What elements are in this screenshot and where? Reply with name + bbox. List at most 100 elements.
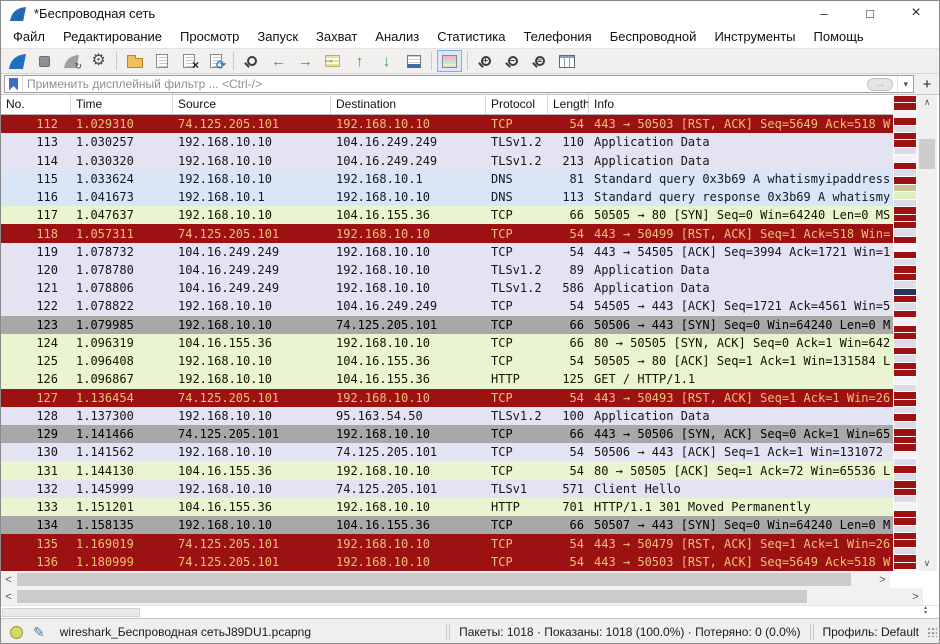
packet-row[interactable]: 1151.033624192.168.10.10192.168.10.1DNS8… [1,170,893,188]
packet-cell-protocol: DNS [486,190,548,204]
go-to-packet-icon[interactable]: → [320,50,345,72]
profile-selector[interactable]: Профиль: Default [823,625,920,639]
menu-item-edit[interactable]: Редактирование [54,27,171,46]
packet-row[interactable]: 1281.137300192.168.10.1095.163.54.50TLSv… [1,407,893,425]
filter-dropdown-button[interactable]: ▾ [897,76,913,92]
column-header-destination[interactable]: Destination [331,95,486,114]
column-header-source[interactable]: Source [173,95,331,114]
menu-item-wireless[interactable]: Беспроводной [601,27,706,46]
packet-row[interactable]: 1171.047637192.168.10.10104.16.155.36TCP… [1,206,893,224]
menu-item-analyze[interactable]: Анализ [366,27,428,46]
maximize-button[interactable]: □ [847,1,893,25]
packet-row[interactable]: 1251.096408192.168.10.10104.16.155.36TCP… [1,352,893,370]
menu-bar: ФайлРедактированиеПросмотрЗапускЗахватАн… [1,25,939,48]
menu-item-statistics[interactable]: Статистика [428,27,514,46]
minimize-button[interactable]: – [801,1,847,25]
restart-capture-icon[interactable]: ↻ [59,50,84,72]
packet-row[interactable]: 1161.041673192.168.10.1192.168.10.10DNS1… [1,188,893,206]
capture-options-icon[interactable]: ⚙ [86,50,111,72]
open-file-icon[interactable] [122,50,147,72]
packet-row[interactable]: 1321.145999192.168.10.1074.125.205.101TL… [1,480,893,498]
stop-capture-icon[interactable] [32,50,57,72]
scroll-down-icon[interactable]: ∨ [917,556,937,571]
vscroll-thumb[interactable] [919,139,935,169]
menu-item-file[interactable]: Файл [4,27,54,46]
scroll-left-icon[interactable]: < [1,571,16,588]
column-header-time[interactable]: Time [71,95,173,114]
packet-cell-info: 54505 → 443 [ACK] Seq=1721 Ack=4561 Win=… [589,299,893,313]
packet-cell-length: 54 [548,537,589,551]
filter-bookmark-button[interactable] [5,76,23,92]
packet-row[interactable]: 1221.078822192.168.10.10104.16.249.249TC… [1,297,893,315]
packet-cell-time: 1.137300 [71,409,173,423]
add-filter-button[interactable]: + [918,75,936,93]
packet-row[interactable]: 1361.18099974.125.205.101192.168.10.10TC… [1,553,893,571]
packet-row[interactable]: 1201.078780104.16.249.249192.168.10.10TL… [1,261,893,279]
hscroll-thumb[interactable] [17,573,851,586]
display-filter-input[interactable] [23,77,867,91]
find-packet-icon[interactable] [239,50,264,72]
menu-item-help[interactable]: Помощь [805,27,873,46]
column-header-protocol[interactable]: Protocol [486,95,548,114]
go-first-packet-icon[interactable]: ↑ [347,50,372,72]
close-button[interactable]: × [893,1,939,25]
lower-pane-hscrollbar[interactable]: < > [1,588,923,605]
scroll-right-icon[interactable]: > [908,588,923,605]
go-last-packet-icon[interactable]: ↓ [374,50,399,72]
scroll-up-icon[interactable]: ∧ [917,95,937,110]
menu-item-telephony[interactable]: Телефония [514,27,600,46]
mini-scroll-down-icon[interactable]: ▾ [924,611,927,616]
packet-row[interactable]: 1271.13645474.125.205.101192.168.10.10TC… [1,389,893,407]
close-file-icon[interactable]: × [176,50,201,72]
menu-item-tools[interactable]: Инструменты [705,27,804,46]
column-header-no[interactable]: No. [1,95,71,114]
save-file-icon[interactable] [149,50,174,72]
packet-row[interactable]: 1131.030257192.168.10.10104.16.249.249TL… [1,133,893,151]
vertical-scrollbar[interactable]: ∧ ∨ [917,95,937,571]
packet-row[interactable]: 1291.14146674.125.205.101192.168.10.10TC… [1,425,893,443]
zoom-reset-icon[interactable]: = [527,50,552,72]
packet-row[interactable]: 1141.030320192.168.10.10104.16.249.249TL… [1,151,893,169]
packet-cell-time: 1.144130 [71,464,173,478]
packet-row[interactable]: 1231.079985192.168.10.1074.125.205.101TC… [1,316,893,334]
resize-grip[interactable] [927,627,937,637]
column-header-info[interactable]: Info [589,95,893,114]
packet-row[interactable]: 1241.096319104.16.155.36192.168.10.10TCP… [1,334,893,352]
packet-row[interactable]: 1261.096867192.168.10.10104.16.155.36HTT… [1,370,893,388]
packet-row[interactable]: 1301.141562192.168.10.1074.125.205.101TC… [1,443,893,461]
packet-row[interactable]: 1331.151201104.16.155.36192.168.10.10HTT… [1,498,893,516]
packet-row[interactable]: 1341.158135192.168.10.10104.16.155.36TCP… [1,516,893,534]
capture-comment-icon[interactable]: ✎ [33,625,45,639]
hscroll-thumb[interactable] [17,590,807,603]
packet-list-hscrollbar[interactable]: < > [1,571,890,588]
resize-columns-icon[interactable] [554,50,579,72]
menu-item-view[interactable]: Просмотр [171,27,248,46]
go-forward-icon[interactable]: → [293,50,318,72]
zoom-out-icon[interactable]: − [500,50,525,72]
reload-file-icon[interactable]: ⟳ [203,50,228,72]
packet-row[interactable]: 1211.078806104.16.249.249192.168.10.10TL… [1,279,893,297]
packet-row[interactable]: 1351.16901974.125.205.101192.168.10.10TC… [1,534,893,552]
packet-cell-protocol: HTTP [486,372,548,386]
go-back-icon[interactable]: ← [266,50,291,72]
pane-splitter-handle[interactable] [2,608,140,617]
zoom-in-icon[interactable]: + [473,50,498,72]
minimap-stripe [894,363,916,369]
menu-item-go[interactable]: Запуск [248,27,307,46]
packet-row[interactable]: 1191.078732104.16.249.249192.168.10.10TC… [1,243,893,261]
apply-filter-button[interactable]: → [867,78,893,91]
capture-filename[interactable]: wireshark_Беспроводная сетьJ89DU1.pcapng [60,625,311,639]
packet-row[interactable]: 1311.144130104.16.155.36192.168.10.10TCP… [1,461,893,479]
scroll-left-icon[interactable]: < [1,588,16,605]
packet-cell-source: 74.125.205.101 [173,391,331,405]
colorize-packets-icon[interactable] [437,50,462,72]
expert-info-icon[interactable] [10,626,23,639]
mini-vertical-scrollbar[interactable]: ▴ ▾ [924,606,927,616]
packet-row[interactable]: 1181.05731174.125.205.101192.168.10.10TC… [1,224,893,242]
scroll-right-icon[interactable]: > [875,571,890,588]
auto-scroll-icon[interactable] [401,50,426,72]
packet-row[interactable]: 1121.02931074.125.205.101192.168.10.10TC… [1,115,893,133]
column-header-length[interactable]: Length [548,95,589,114]
menu-item-capture[interactable]: Захват [307,27,366,46]
start-capture-icon[interactable] [5,50,30,72]
